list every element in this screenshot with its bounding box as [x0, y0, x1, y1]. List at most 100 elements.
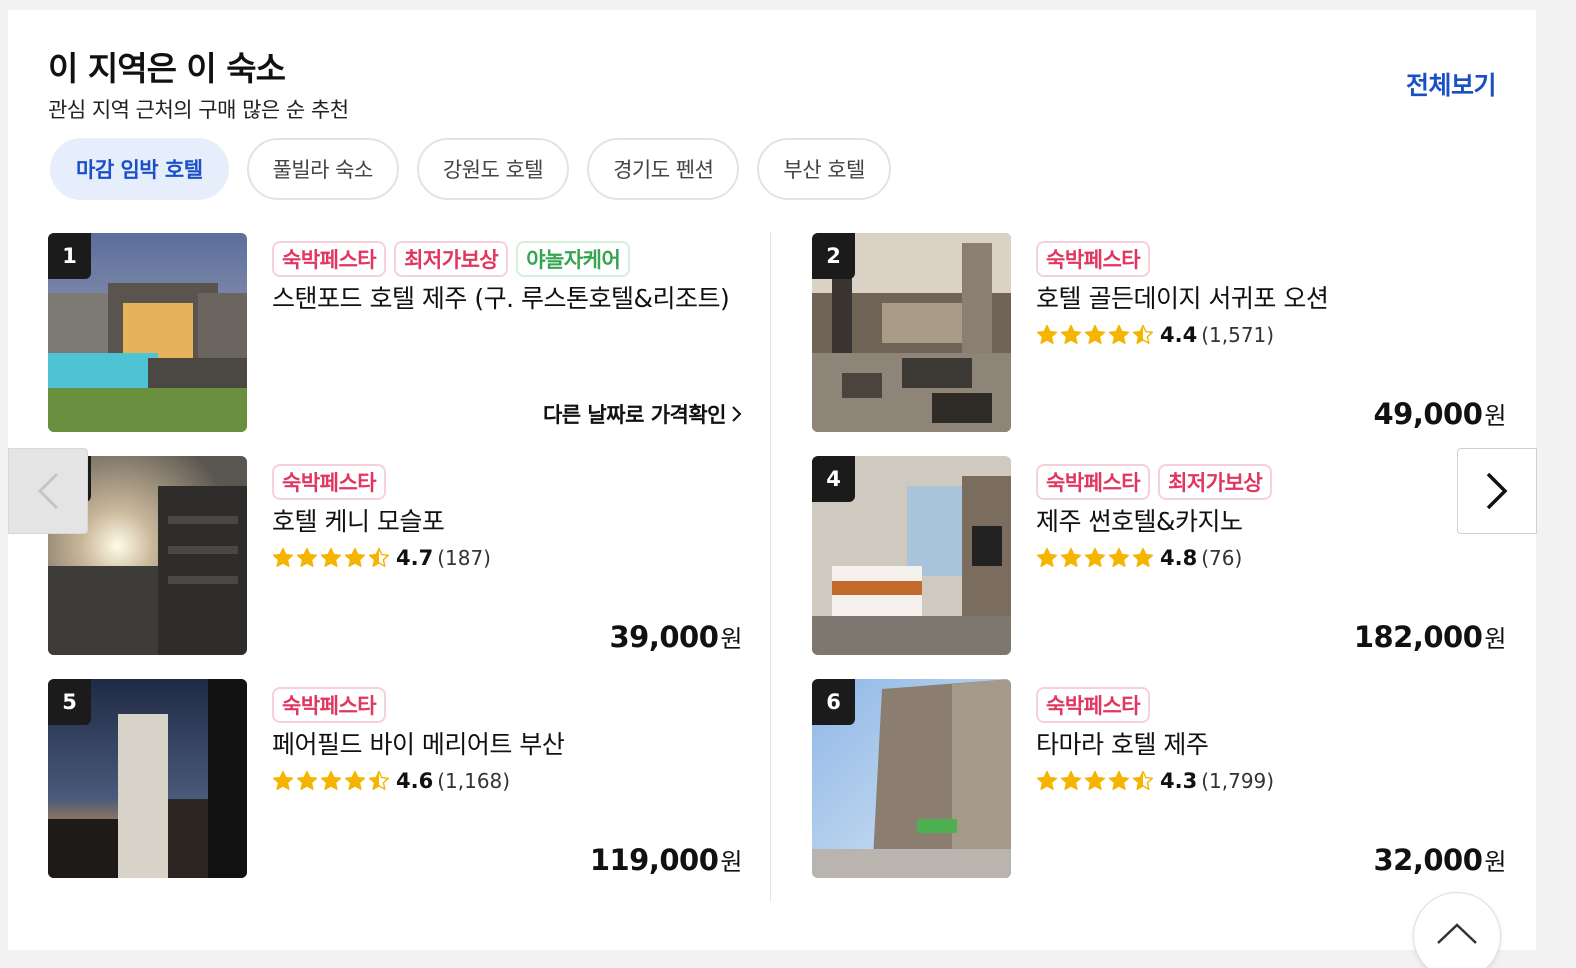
- tag-list: 숙박페스타 최저가보상: [1036, 464, 1506, 500]
- hotel-card[interactable]: 3 숙박페스타 호텔 케니 모슬포 4.7 (187) 39,000원: [48, 456, 748, 656]
- rating-score: 4.4: [1160, 323, 1198, 347]
- hotel-info: 숙박페스타 타마라 호텔 제주 4.3 (1,799): [1036, 687, 1506, 795]
- rating-score: 4.8: [1160, 546, 1198, 570]
- review-count: (1,571): [1201, 323, 1275, 347]
- chip-gyeonggi-pension[interactable]: 경기도 펜션: [587, 138, 740, 200]
- price: 49,000원: [1373, 396, 1506, 431]
- price-currency: 원: [720, 848, 742, 876]
- column-divider: [770, 232, 771, 902]
- star-rating: [272, 770, 390, 792]
- review-count: (1,799): [1201, 769, 1275, 793]
- carousel-prev-button[interactable]: [8, 448, 88, 534]
- hotel-card[interactable]: 1 숙박페스타 최저가보상 야놀자케어 스탠포드 호텔 제주 (구. 루스톤호텔…: [48, 233, 748, 433]
- chip-busan-hotel[interactable]: 부산 호텔: [757, 138, 891, 200]
- price: 182,000원: [1353, 619, 1507, 654]
- price-amount: 49,000: [1373, 397, 1483, 431]
- tag-badge: 숙박페스타: [272, 241, 387, 277]
- tag-list: 숙박페스타: [272, 464, 742, 500]
- category-chips: 마감 임박 호텔 풀빌라 숙소 강원도 호텔 경기도 펜션 부산 호텔: [50, 138, 891, 200]
- star-rating: [1036, 324, 1154, 346]
- star-full-icon: [1108, 324, 1130, 344]
- rank-badge: 5: [48, 679, 91, 725]
- hotel-name[interactable]: 페어필드 바이 메리어트 부산: [272, 729, 742, 761]
- tag-badge: 최저가보상: [394, 241, 509, 277]
- star-full-icon: [1060, 324, 1082, 344]
- chevron-left-icon: [37, 472, 59, 510]
- section-subtitle: 관심 지역 근처의 구매 많은 순 추천: [48, 98, 349, 122]
- rank-badge: 6: [812, 679, 855, 725]
- star-full-icon: [272, 770, 294, 790]
- price: 119,000원: [589, 842, 743, 877]
- chip-pool-villa[interactable]: 풀빌라 숙소: [246, 138, 399, 200]
- star-full-icon: [1084, 770, 1106, 790]
- check-other-date-link[interactable]: 다른 날짜로 가격확인: [543, 399, 742, 429]
- tag-list: 숙박페스타: [1036, 687, 1506, 723]
- hotel-card[interactable]: 2 숙박페스타 호텔 골든데이지 서귀포 오션 4.4 (1,571) 49,0…: [812, 233, 1512, 433]
- tag-badge: 숙박페스타: [1036, 464, 1151, 500]
- review-count: (76): [1201, 546, 1243, 570]
- rank-badge: 4: [812, 456, 855, 502]
- recommendation-section: 이 지역은 이 숙소 관심 지역 근처의 구매 많은 순 추천 전체보기 마감 …: [8, 10, 1536, 950]
- star-full-icon: [1036, 770, 1058, 790]
- hotel-photo: 4: [812, 456, 1011, 655]
- price-currency: 원: [720, 625, 742, 653]
- price-currency: 원: [1484, 848, 1506, 876]
- hotel-name[interactable]: 스탠포드 호텔 제주 (구. 루스톤호텔&리조트): [272, 283, 742, 315]
- chip-gangwon-hotel[interactable]: 강원도 호텔: [416, 138, 570, 200]
- star-full-icon: [1060, 547, 1082, 567]
- chevron-right-icon: [1486, 472, 1508, 510]
- rating-score: 4.3: [1160, 769, 1198, 793]
- star-full-icon: [1108, 770, 1130, 790]
- star-half-icon: [1132, 324, 1154, 344]
- star-full-icon: [296, 770, 318, 790]
- price-currency: 원: [1484, 402, 1506, 430]
- star-full-icon: [1036, 547, 1058, 567]
- star-full-icon: [1132, 547, 1154, 567]
- hotel-info: 숙박페스타 호텔 케니 모슬포 4.7 (187): [272, 464, 742, 572]
- star-rating: [272, 547, 390, 569]
- hotel-card[interactable]: 5 숙박페스타 페어필드 바이 메리어트 부산 4.6 (1,168) 119,…: [48, 679, 748, 879]
- hotel-name[interactable]: 호텔 골든데이지 서귀포 오션: [1036, 283, 1506, 315]
- rating-score: 4.7: [396, 546, 434, 570]
- hotel-info: 숙박페스타 최저가보상 제주 썬호텔&카지노 4.8 (76): [1036, 464, 1506, 572]
- star-full-icon: [1036, 324, 1058, 344]
- hotel-name[interactable]: 타마라 호텔 제주: [1036, 729, 1506, 761]
- price-amount: 32,000: [1373, 843, 1483, 877]
- rating: 4.8 (76): [1036, 544, 1506, 572]
- tag-list: 숙박페스타: [1036, 241, 1506, 277]
- hotel-photo: 5: [48, 679, 247, 878]
- hotel-card[interactable]: 4 숙박페스타 최저가보상 제주 썬호텔&카지노 4.8 (76) 182,00…: [812, 456, 1512, 656]
- star-rating: [1036, 547, 1154, 569]
- rating: 4.7 (187): [272, 544, 742, 572]
- chevron-up-icon: [1437, 923, 1477, 944]
- hotel-photo: 6: [812, 679, 1011, 878]
- tag-badge: 최저가보상: [1158, 464, 1273, 500]
- star-full-icon: [1060, 770, 1082, 790]
- hotel-info: 숙박페스타 호텔 골든데이지 서귀포 오션 4.4 (1,571): [1036, 241, 1506, 349]
- rank-badge: 1: [48, 233, 91, 279]
- rating: 4.4 (1,571): [1036, 321, 1506, 349]
- rank-badge: 2: [812, 233, 855, 279]
- tag-badge: 숙박페스타: [272, 464, 387, 500]
- tag-list: 숙박페스타 최저가보상 야놀자케어: [272, 241, 742, 277]
- star-rating: [1036, 770, 1154, 792]
- check-other-date-label: 다른 날짜로 가격확인: [542, 403, 727, 427]
- view-all-link[interactable]: 전체보기: [1406, 66, 1497, 102]
- hotel-card[interactable]: 6 숙박페스타 타마라 호텔 제주 4.3 (1,799) 32,000원: [812, 679, 1512, 879]
- price-amount: 119,000: [589, 843, 719, 877]
- chip-deadline-hotel[interactable]: 마감 임박 호텔: [50, 138, 229, 200]
- star-half-icon: [1132, 770, 1154, 790]
- review-count: (187): [437, 546, 491, 570]
- tag-badge: 숙박페스타: [1036, 241, 1151, 277]
- price: 32,000원: [1373, 842, 1506, 877]
- hotel-name[interactable]: 제주 썬호텔&카지노: [1036, 506, 1506, 538]
- star-full-icon: [320, 770, 342, 790]
- price-amount: 182,000: [1353, 620, 1483, 654]
- star-full-icon: [1084, 547, 1106, 567]
- star-full-icon: [320, 547, 342, 567]
- rating-score: 4.6: [396, 769, 434, 793]
- carousel-next-button[interactable]: [1457, 448, 1537, 534]
- price-currency: 원: [1484, 625, 1506, 653]
- section-title: 이 지역은 이 숙소: [48, 49, 286, 88]
- hotel-name[interactable]: 호텔 케니 모슬포: [272, 506, 742, 538]
